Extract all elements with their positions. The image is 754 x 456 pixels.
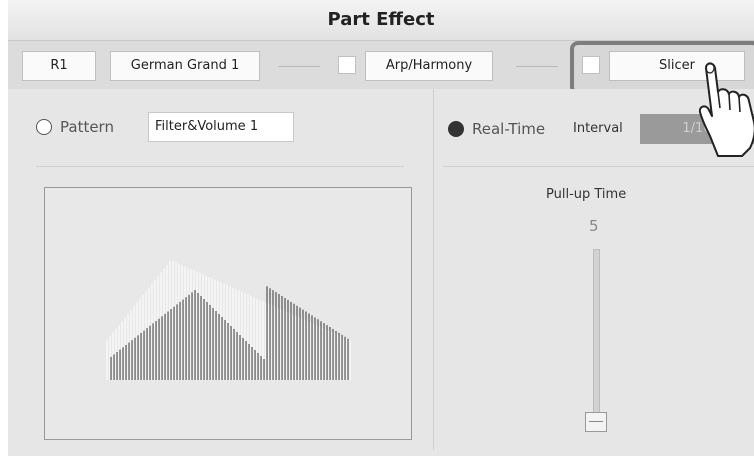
interval-label: Interval bbox=[573, 121, 623, 136]
pullup-time-slider[interactable] bbox=[593, 249, 600, 429]
slicer-checkbox[interactable] bbox=[582, 56, 600, 74]
part-button[interactable]: R1 bbox=[22, 51, 96, 81]
pattern-waveform bbox=[106, 260, 351, 380]
panel-divider bbox=[433, 89, 434, 450]
pullup-time-label: Pull-up Time bbox=[546, 187, 627, 202]
title-bar: Part Effect bbox=[8, 0, 754, 41]
arp-harmony-checkbox[interactable] bbox=[338, 56, 356, 74]
pattern-radio-icon[interactable] bbox=[36, 119, 52, 135]
part-effect-screen: Part Effect R1 German Grand 1 Arp/Harmon… bbox=[8, 0, 754, 456]
section-divider bbox=[443, 166, 754, 167]
voice-button[interactable]: German Grand 1 bbox=[110, 51, 260, 81]
chain-connector bbox=[516, 66, 558, 67]
arp-harmony-button[interactable]: Arp/Harmony bbox=[365, 51, 493, 81]
pullup-time-value: 5 bbox=[589, 217, 599, 235]
pattern-label: Pattern bbox=[60, 118, 114, 136]
section-divider bbox=[36, 166, 404, 167]
page-title: Part Effect bbox=[327, 9, 435, 30]
pointing-hand-icon bbox=[698, 62, 754, 157]
realtime-label: Real-Time bbox=[472, 120, 546, 138]
main-panel: Pattern Filter&Volume 1 Real-Time Interv… bbox=[8, 89, 754, 450]
realtime-radio-icon[interactable] bbox=[448, 121, 464, 137]
pattern-graph bbox=[44, 187, 412, 440]
pullup-time-slider-thumb[interactable] bbox=[585, 412, 607, 432]
pattern-select[interactable]: Filter&Volume 1 bbox=[148, 112, 294, 142]
chain-connector bbox=[278, 66, 320, 67]
effect-chain-bar: R1 German Grand 1 Arp/Harmony Slicer bbox=[8, 41, 754, 95]
